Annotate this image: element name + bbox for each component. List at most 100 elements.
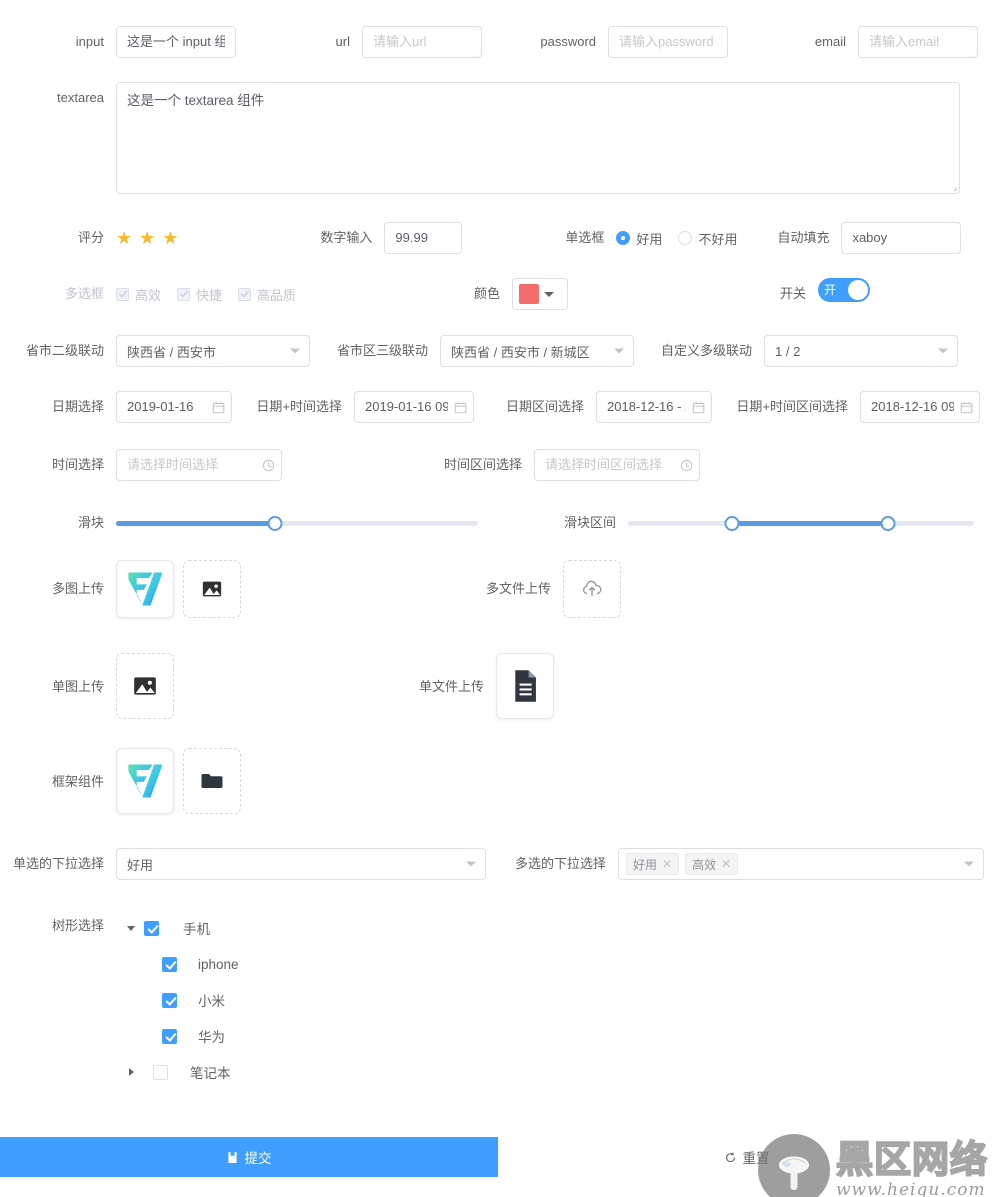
- input-field[interactable]: 这是一个 input 组件: [116, 26, 236, 58]
- add-image-button[interactable]: [183, 560, 241, 618]
- image-icon: [201, 578, 223, 600]
- textarea-field[interactable]: 这是一个 textarea 组件: [116, 82, 960, 194]
- radio-option-bad[interactable]: 不好用: [678, 229, 737, 248]
- slider-single[interactable]: [116, 507, 478, 539]
- url-field[interactable]: 请输入url: [362, 26, 482, 58]
- close-icon[interactable]: ✕: [662, 858, 672, 870]
- tree-node-laptop[interactable]: 笔记本: [116, 1054, 536, 1090]
- select-tag[interactable]: 高效 ✕: [685, 853, 738, 875]
- autofill-field[interactable]: xaboy: [841, 222, 961, 254]
- rating-stars[interactable]: ★ ★ ★: [116, 222, 178, 254]
- watermark-url: www.heiqu.com: [836, 1180, 988, 1197]
- checkbox-option-fast: 快捷: [177, 285, 222, 304]
- radio-option-good[interactable]: 好用: [616, 229, 662, 248]
- tree-node-phone[interactable]: 手机: [116, 910, 536, 946]
- select-row: 单选的下拉选择 好用 多选的下拉选择 好用 ✕ 高效 ✕: [0, 848, 996, 880]
- form-action-bar: 提交 重置: [0, 1137, 996, 1177]
- chevron-down-icon[interactable]: [126, 926, 136, 931]
- datetimerange-value: 2018-12-16 09: [871, 392, 954, 422]
- number-input[interactable]: 99.99: [384, 222, 462, 254]
- framework-upload-row: 框架组件: [0, 748, 996, 816]
- tree-checkbox[interactable]: [162, 993, 177, 1008]
- slider-row: 滑块 滑块区间: [0, 507, 996, 539]
- toggle-switch[interactable]: 开: [818, 278, 870, 302]
- date-picker[interactable]: 2019-01-16: [116, 391, 232, 423]
- checkbox-group-label: 多选框: [0, 278, 116, 310]
- tree-node-label: 小米: [198, 990, 225, 1010]
- slider-range-label: 滑块区间: [478, 507, 628, 539]
- multi-select[interactable]: 好用 ✕ 高效 ✕: [618, 848, 984, 880]
- single-select[interactable]: 好用: [116, 848, 486, 880]
- tree-node-xiaomi[interactable]: 小米: [116, 982, 536, 1018]
- uploaded-framework-thumbnail[interactable]: [116, 748, 174, 814]
- tree-node-label: iphone: [198, 957, 239, 972]
- star-icon[interactable]: ★: [116, 229, 132, 247]
- chevron-down-icon: [964, 862, 974, 867]
- password-placeholder: 请输入password: [619, 27, 714, 57]
- date-label: 日期选择: [0, 391, 116, 423]
- star-icon[interactable]: ★: [139, 229, 155, 247]
- switch-knob: [848, 280, 868, 300]
- clock-icon: [262, 459, 275, 472]
- cascader-2-select[interactable]: 陕西省 / 西安市: [116, 335, 310, 367]
- slider-fill: [116, 521, 275, 526]
- chevron-right-icon[interactable]: [126, 1068, 136, 1076]
- refresh-icon: [725, 1152, 736, 1163]
- resize-handle-icon[interactable]: [943, 177, 957, 191]
- tree-checkbox[interactable]: [153, 1065, 168, 1080]
- submit-button[interactable]: 提交: [0, 1137, 498, 1177]
- uploaded-file-thumbnail[interactable]: [496, 653, 554, 719]
- time-picker[interactable]: 请选择时间选择: [116, 449, 282, 481]
- tree-checkbox[interactable]: [162, 957, 177, 972]
- slider-handle-end[interactable]: [880, 516, 895, 531]
- slider-range[interactable]: [628, 507, 974, 539]
- slider-handle-start[interactable]: [724, 516, 739, 531]
- uploaded-image-thumbnail[interactable]: [116, 560, 174, 618]
- tree-node-huawei[interactable]: 华为: [116, 1018, 536, 1054]
- add-file-button[interactable]: [563, 560, 621, 618]
- daterange-label: 日期区间选择: [474, 391, 596, 423]
- tree-node-label: 笔记本: [190, 1062, 231, 1082]
- star-icon[interactable]: ★: [162, 229, 178, 247]
- daterange-picker[interactable]: 2018-12-16 - 2: [596, 391, 712, 423]
- tree-node-iphone[interactable]: iphone: [116, 946, 536, 982]
- slider-fill: [732, 521, 888, 526]
- fv-logo-icon: [122, 566, 168, 612]
- timerange-label: 时间区间选择: [282, 449, 534, 481]
- datetimerange-picker[interactable]: 2018-12-16 09: [860, 391, 980, 423]
- close-icon[interactable]: ✕: [721, 858, 731, 870]
- tree-select-label: 树形选择: [0, 910, 116, 942]
- cascader-custom-select[interactable]: 1 / 2: [764, 335, 958, 367]
- cascader-3-value: 陕西省 / 西安市 / 新城区: [451, 342, 590, 361]
- cascader-3-label: 省市区三级联动: [310, 335, 440, 367]
- timerange-picker[interactable]: 请选择时间区间选择: [534, 449, 700, 481]
- cascader-2-value: 陕西省 / 西安市: [127, 342, 216, 361]
- reset-button[interactable]: 重置: [498, 1137, 996, 1177]
- slider-handle[interactable]: [268, 516, 283, 531]
- single-image-upload-label: 单图上传: [0, 653, 116, 721]
- reset-button-label: 重置: [743, 1147, 770, 1167]
- single-file-upload: [496, 653, 554, 719]
- datetime-picker[interactable]: 2019-01-16 09: [354, 391, 474, 423]
- add-folder-button[interactable]: [183, 748, 241, 814]
- select-tag[interactable]: 好用 ✕: [626, 853, 679, 875]
- color-picker-label: 颜色: [404, 278, 512, 310]
- checkbox-group: 高效 快捷 高品质: [116, 278, 296, 310]
- image-icon: [132, 673, 158, 699]
- password-field[interactable]: 请输入password: [608, 26, 728, 58]
- tree-node-label: 手机: [183, 918, 210, 938]
- email-field[interactable]: 请输入email: [858, 26, 978, 58]
- time-placeholder: 请选择时间选择: [127, 450, 218, 480]
- radio-dot-icon: [678, 231, 692, 245]
- add-image-button[interactable]: [116, 653, 174, 719]
- tree-checkbox[interactable]: [162, 1029, 177, 1044]
- multi-file-upload: [563, 560, 621, 618]
- email-label: email: [728, 26, 858, 58]
- select-tag-label: 高效: [692, 856, 716, 873]
- rate-label: 评分: [0, 222, 116, 254]
- multi-image-upload-label: 多图上传: [0, 560, 116, 618]
- color-picker[interactable]: [512, 278, 568, 310]
- cascader-3-select[interactable]: 陕西省 / 西安市 / 新城区: [440, 335, 634, 367]
- framework-upload-label: 框架组件: [0, 748, 116, 816]
- tree-checkbox[interactable]: [144, 921, 159, 936]
